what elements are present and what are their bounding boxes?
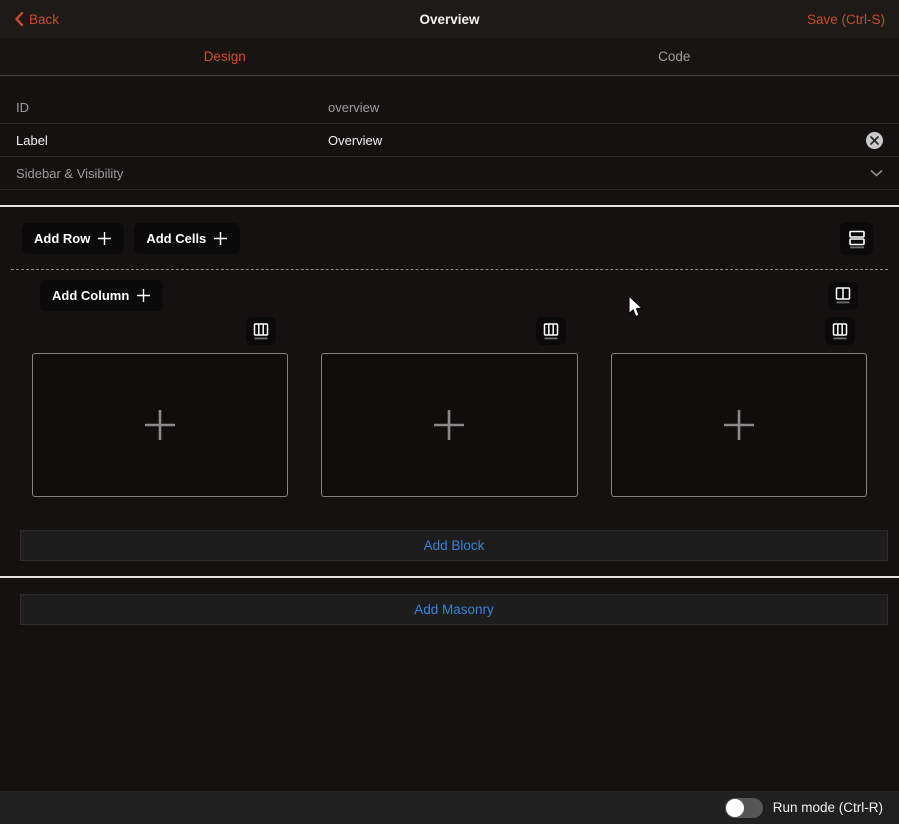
topbar: Back Overview Save (Ctrl-S)	[0, 0, 899, 38]
add-block-button[interactable]: Add Block	[20, 530, 888, 561]
plus-icon	[213, 231, 228, 246]
properties-form: ID overview Label Overview Sidebar & Vis…	[0, 76, 899, 190]
stacked-rows-icon	[847, 229, 867, 249]
add-cells-label: Add Cells	[146, 231, 206, 246]
three-columns-icon	[252, 322, 270, 341]
label-field-label: Label	[16, 133, 328, 148]
form-row-label[interactable]: Label Overview	[0, 124, 899, 157]
two-columns-icon	[834, 286, 852, 305]
tab-design[interactable]: Design	[0, 38, 450, 75]
toggle-knob	[726, 799, 744, 817]
form-row-id[interactable]: ID overview	[0, 91, 899, 124]
plus-icon	[97, 231, 112, 246]
cells-area	[32, 317, 867, 497]
tab-code[interactable]: Code	[450, 38, 899, 75]
add-column-button[interactable]: Add Column	[40, 280, 163, 311]
save-button[interactable]: Save (Ctrl-S)	[807, 12, 885, 27]
cell-column-3	[611, 317, 867, 497]
cell-columns-button[interactable]	[825, 317, 855, 345]
empty-cell-add-target[interactable]	[32, 353, 288, 497]
empty-cell-add-target[interactable]	[321, 353, 577, 497]
clear-field-icon[interactable]	[866, 132, 883, 149]
plus-icon	[143, 408, 177, 442]
three-columns-icon	[831, 322, 849, 341]
add-masonry-button[interactable]: Add Masonry	[20, 594, 888, 625]
add-row-label: Add Row	[34, 231, 90, 246]
back-label: Back	[29, 12, 59, 27]
chevron-down-icon[interactable]	[870, 169, 883, 177]
plus-icon	[722, 408, 756, 442]
add-row-button[interactable]: Add Row	[22, 223, 124, 254]
form-row-sidebar-visibility[interactable]: Sidebar & Visibility	[0, 157, 899, 190]
cell-columns-button[interactable]	[246, 317, 276, 345]
id-field-label: ID	[16, 100, 328, 115]
cell-column-2	[321, 317, 577, 497]
run-mode-label: Run mode (Ctrl-R)	[773, 800, 883, 815]
id-field-value[interactable]: overview	[328, 100, 883, 115]
cell-columns-button[interactable]	[536, 317, 566, 345]
plus-icon	[432, 408, 466, 442]
run-mode-toggle[interactable]	[725, 798, 763, 818]
back-button[interactable]: Back	[14, 12, 59, 27]
page-title: Overview	[0, 12, 899, 27]
plus-icon	[136, 288, 151, 303]
row-layout-button[interactable]	[840, 222, 873, 255]
add-cells-button[interactable]: Add Cells	[134, 223, 240, 254]
row-toolbar: Add Row Add Cells	[0, 207, 899, 269]
column-layout-button[interactable]	[828, 282, 858, 310]
tabbar: Design Code	[0, 38, 899, 76]
sidebar-visibility-label: Sidebar & Visibility	[16, 166, 328, 181]
section-divider	[0, 576, 899, 578]
footer-bar: Run mode (Ctrl-R)	[0, 790, 899, 824]
label-field-value[interactable]: Overview	[328, 133, 866, 148]
cell-column-1	[32, 317, 288, 497]
chevron-left-icon	[14, 12, 24, 26]
column-toolbar: Add Column	[0, 270, 899, 311]
add-column-label: Add Column	[52, 288, 129, 303]
empty-cell-add-target[interactable]	[611, 353, 867, 497]
three-columns-icon	[542, 322, 560, 341]
